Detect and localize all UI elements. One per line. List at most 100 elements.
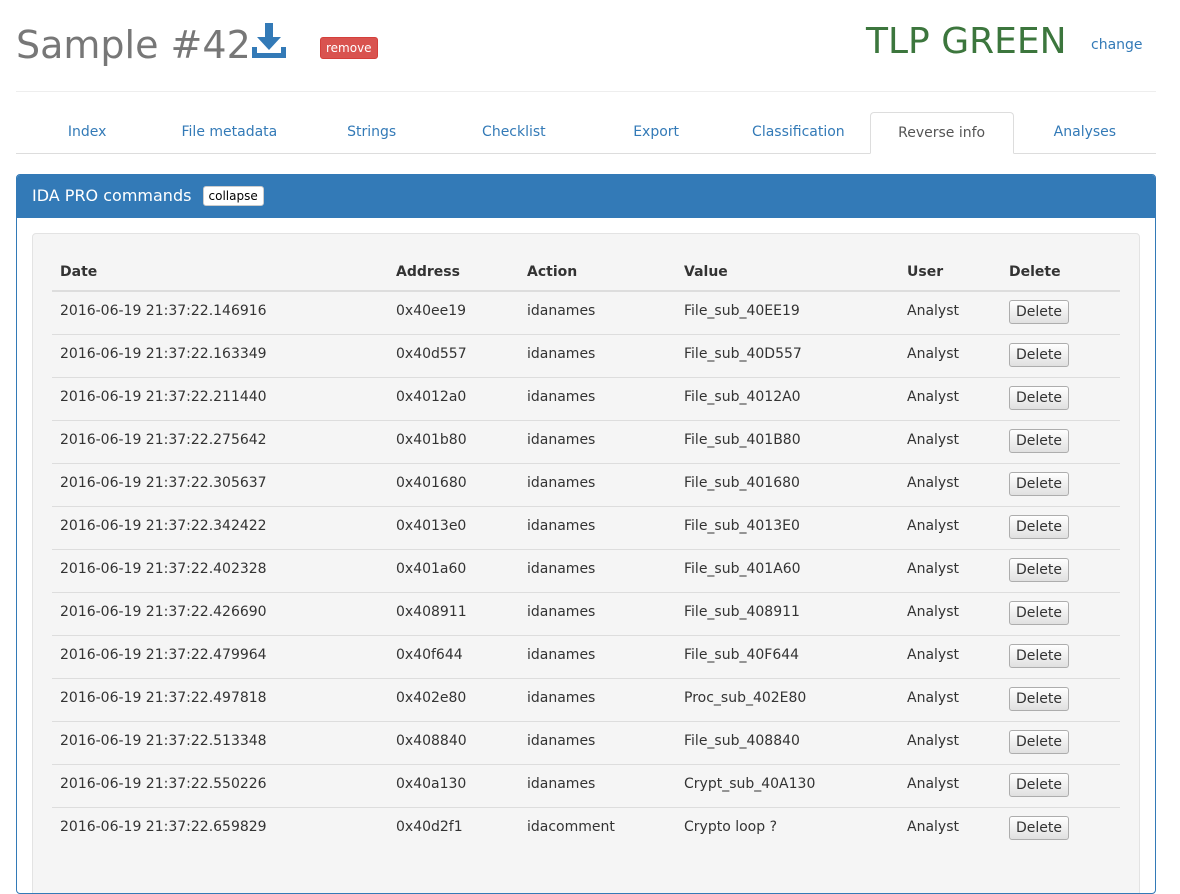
- page-title: Sample #42: [16, 23, 251, 67]
- cell-value: Proc_sub_402E80: [676, 677, 899, 721]
- cell-value: Crypt_sub_40A130: [676, 763, 899, 807]
- tab-bar: Index File metadata Strings Checklist Ex…: [16, 112, 1156, 154]
- cell-action: idanames: [519, 333, 676, 377]
- column-header-delete: Delete: [1001, 255, 1120, 292]
- cell-date: 2016-06-19 21:37:22.342422: [52, 505, 388, 549]
- delete-button[interactable]: Delete: [1009, 342, 1069, 367]
- cell-date: 2016-06-19 21:37:22.513348: [52, 720, 388, 764]
- delete-button[interactable]: Delete: [1009, 815, 1069, 840]
- table-row: 2016-06-19 21:37:22.479964 0x40f644 idanam…: [52, 634, 1120, 678]
- delete-button[interactable]: Delete: [1009, 471, 1069, 496]
- table-header-row: Date Address Action Value User Delete: [52, 255, 1120, 292]
- tab-index[interactable]: Index: [16, 112, 158, 153]
- column-header-address: Address: [388, 255, 519, 292]
- cell-delete: Delete: [1001, 763, 1120, 807]
- column-header-date: Date: [52, 255, 388, 292]
- cell-delete: Delete: [1001, 505, 1120, 549]
- cell-action: idanames: [519, 763, 676, 807]
- tab-reverse-info[interactable]: Reverse info: [869, 112, 1014, 154]
- change-tlp-link[interactable]: change: [1091, 36, 1143, 54]
- delete-button[interactable]: Delete: [1009, 686, 1069, 711]
- cell-action: idanames: [519, 720, 676, 764]
- cell-action: idanames: [519, 591, 676, 635]
- column-header-action: Action: [519, 255, 676, 292]
- cell-delete: Delete: [1001, 376, 1120, 420]
- cell-user: Analyst: [899, 376, 1001, 420]
- cell-action: idanames: [519, 677, 676, 721]
- delete-button[interactable]: Delete: [1009, 643, 1069, 668]
- tab-classification[interactable]: Classification: [727, 112, 869, 153]
- cell-user: Analyst: [899, 591, 1001, 635]
- table-row: 2016-06-19 21:37:22.513348 0x408840 idanam…: [52, 720, 1120, 764]
- cell-action: idanames: [519, 419, 676, 463]
- cell-value: Crypto loop ?: [676, 806, 899, 850]
- cell-delete: Delete: [1001, 419, 1120, 463]
- table-row: 2016-06-19 21:37:22.275642 0x401b80 idanam…: [52, 419, 1120, 463]
- cell-address: 0x401a60: [388, 548, 519, 592]
- table-row: 2016-06-19 21:37:22.163349 0x40d557 idanam…: [52, 333, 1120, 377]
- cell-date: 2016-06-19 21:37:22.479964: [52, 634, 388, 678]
- cell-value: File_sub_408911: [676, 591, 899, 635]
- cell-date: 2016-06-19 21:37:22.659829: [52, 806, 388, 850]
- table-row: 2016-06-19 21:37:22.497818 0x402e80 idanam…: [52, 677, 1120, 721]
- cell-user: Analyst: [899, 763, 1001, 807]
- table-row: 2016-06-19 21:37:22.659829 0x40d2f1 idacom…: [52, 806, 1120, 850]
- cell-delete: Delete: [1001, 720, 1120, 764]
- cell-user: Analyst: [899, 462, 1001, 506]
- cell-action: idanames: [519, 548, 676, 592]
- cell-address: 0x408911: [388, 591, 519, 635]
- cell-address: 0x401680: [388, 462, 519, 506]
- panel-title: IDA PRO commands: [32, 186, 192, 205]
- cell-date: 2016-06-19 21:37:22.402328: [52, 548, 388, 592]
- delete-button[interactable]: Delete: [1009, 600, 1069, 625]
- cell-value: File_sub_401B80: [676, 419, 899, 463]
- cell-value: File_sub_40F644: [676, 634, 899, 678]
- column-header-user: User: [899, 255, 1001, 292]
- delete-button[interactable]: Delete: [1009, 300, 1069, 324]
- tab-export[interactable]: Export: [585, 112, 727, 153]
- table-row: 2016-06-19 21:37:22.211440 0x4012a0 idanam…: [52, 376, 1120, 420]
- cell-user: Analyst: [899, 720, 1001, 764]
- cell-address: 0x4013e0: [388, 505, 519, 549]
- cell-date: 2016-06-19 21:37:22.211440: [52, 376, 388, 420]
- cell-action: idanames: [519, 634, 676, 678]
- table-row: 2016-06-19 21:37:22.402328 0x401a60 idanam…: [52, 548, 1120, 592]
- cell-value: File_sub_4013E0: [676, 505, 899, 549]
- tlp-label: TLP GREEN: [866, 21, 1067, 62]
- delete-button[interactable]: Delete: [1009, 428, 1069, 453]
- delete-button[interactable]: Delete: [1009, 772, 1069, 797]
- table-row: 2016-06-19 21:37:22.342422 0x4013e0 idanam…: [52, 505, 1120, 549]
- tab-strings[interactable]: Strings: [301, 112, 443, 153]
- ida-commands-table: Date Address Action Value User Delete 20…: [52, 255, 1120, 850]
- cell-action: idanames: [527, 303, 596, 319]
- tab-file-metadata[interactable]: File metadata: [158, 112, 300, 153]
- remove-button[interactable]: remove: [320, 37, 378, 59]
- collapse-button[interactable]: collapse: [202, 186, 264, 206]
- cell-user: Analyst: [899, 634, 1001, 678]
- cell-delete: Delete: [1001, 333, 1120, 377]
- download-icon[interactable]: [250, 22, 288, 60]
- delete-button[interactable]: Delete: [1009, 385, 1069, 410]
- cell-user: Analyst: [899, 548, 1001, 592]
- cell-delete: Delete: [1001, 677, 1120, 721]
- cell-value: File_sub_40EE19: [684, 303, 800, 319]
- delete-button[interactable]: Delete: [1009, 514, 1069, 539]
- cell-delete: Delete: [1001, 548, 1120, 592]
- cell-action: idanames: [519, 505, 676, 549]
- tab-analyses[interactable]: Analyses: [1014, 112, 1156, 153]
- delete-button[interactable]: Delete: [1009, 729, 1069, 754]
- delete-button[interactable]: Delete: [1009, 557, 1069, 582]
- cell-value: File_sub_408840: [676, 720, 899, 764]
- cell-address: 0x4012a0: [388, 376, 519, 420]
- cell-date: 2016-06-19 21:37:22.305637: [52, 462, 388, 506]
- cell-value: File_sub_40D557: [676, 333, 899, 377]
- cell-date: 2016-06-19 21:37:22.275642: [52, 419, 388, 463]
- cell-user: Analyst: [899, 333, 1001, 377]
- cell-delete: Delete: [1001, 634, 1120, 678]
- cell-user: Analyst: [899, 419, 1001, 463]
- tab-checklist[interactable]: Checklist: [443, 112, 585, 153]
- cell-address: 0x40ee19: [396, 303, 467, 319]
- cell-address: 0x40d557: [388, 333, 519, 377]
- cell-action: idanames: [519, 462, 676, 506]
- cell-delete: Delete: [1001, 806, 1120, 850]
